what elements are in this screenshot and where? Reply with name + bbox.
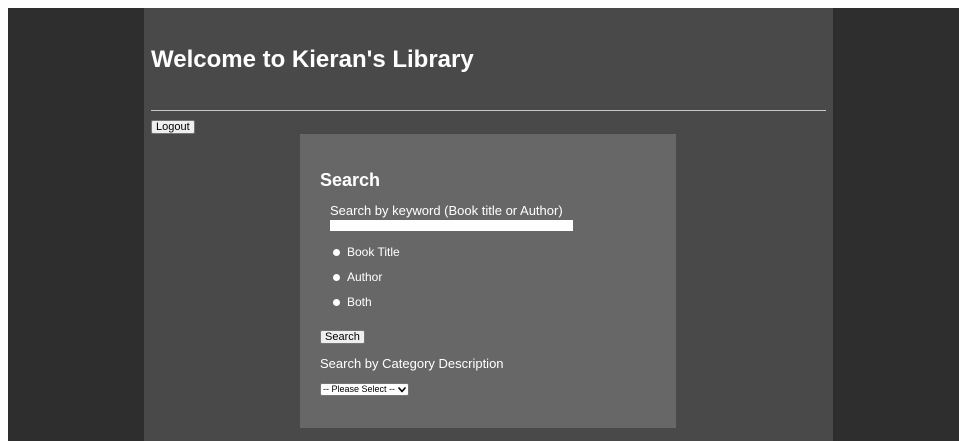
radio-label: Book Title [347, 245, 400, 259]
search-heading: Search [320, 170, 381, 190]
page-background: Welcome to Kieran's Library Logout Searc… [8, 8, 959, 441]
radio-author[interactable]: Author [333, 269, 382, 285]
radio-button[interactable] [333, 298, 340, 306]
category-select-value: -- Please Select -- [323, 384, 396, 394]
search-panel: Search Search by keyword (Book title or … [300, 134, 676, 428]
keyword-label: Search by keyword (Book title or Author) [330, 203, 563, 218]
radio-label: Both [347, 295, 372, 309]
radio-both[interactable]: Both [333, 294, 372, 310]
search-button[interactable]: Search [320, 330, 365, 344]
page-title: Welcome to Kieran's Library [151, 46, 474, 73]
radio-button[interactable] [333, 248, 340, 256]
category-select[interactable]: -- Please Select -- [320, 383, 410, 396]
radio-book-title[interactable]: Book Title [333, 244, 400, 260]
title-divider [151, 110, 826, 111]
logout-button[interactable]: Logout [151, 120, 195, 134]
chevron-down-icon [398, 386, 406, 392]
keyword-search-input[interactable] [330, 220, 573, 231]
category-label: Search by Category Description [320, 356, 504, 371]
radio-label: Author [347, 270, 383, 284]
radio-button[interactable] [333, 273, 340, 281]
main-column: Welcome to Kieran's Library Logout Searc… [144, 8, 833, 441]
